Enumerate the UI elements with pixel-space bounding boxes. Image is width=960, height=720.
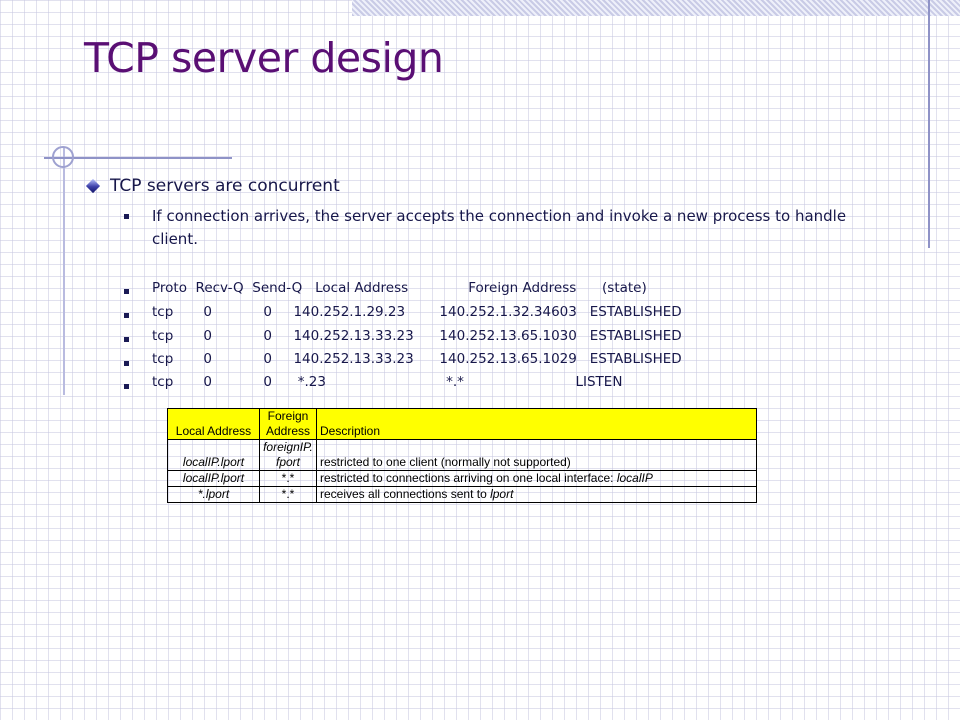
cell-description: restricted to connections arriving on on… [316, 470, 757, 487]
cell-local: localIP.lport [167, 470, 260, 487]
header-foreign-line2: Address [265, 424, 311, 438]
netstat-line: tcp 0 0 *.23 *.* LISTEN [152, 374, 623, 390]
socket-address-table: Local Address Foreign Address Descriptio… [167, 408, 757, 503]
cell-description-italic: localIP [616, 471, 653, 485]
square-bullet-icon [124, 384, 129, 389]
header-foreign-address: Foreign Address [259, 408, 317, 440]
sub-bullet-text: If connection arrives, the server accept… [152, 207, 847, 248]
cell-description: receives all connections sent to lport [316, 486, 757, 503]
table-row: localIP.lport foreignIP. fport restricte… [167, 439, 757, 471]
header-foreign-line1: Foreign [267, 409, 309, 423]
main-bullet-text: TCP servers are concurrent [110, 176, 340, 196]
netstat-line: tcp 0 0 140.252.1.29.23 140.252.1.32.346… [152, 304, 682, 320]
cell-local: *.lport [167, 486, 260, 503]
header-local-address: Local Address [167, 408, 260, 440]
top-decoration-band [352, 0, 960, 16]
cell-foreign: *.* [259, 486, 317, 503]
square-bullet-icon [124, 361, 129, 366]
cell-description: restricted to one client (normally not s… [316, 439, 757, 471]
table-row: localIP.lport *.* restricted to connecti… [167, 470, 757, 487]
cell-description-italic: lport [490, 487, 514, 501]
cell-foreign-line1: foreignIP. [263, 440, 313, 454]
netstat-header-line: Proto Recv-Q Send-Q Local Address Foreig… [152, 280, 647, 296]
header-description: Description [316, 408, 757, 440]
cell-description-text: receives all connections sent to [320, 487, 491, 501]
slide-title: TCP server design [84, 34, 444, 82]
cell-foreign: *.* [259, 470, 317, 487]
cell-foreign-line2: fport [275, 455, 300, 469]
corner-circle-ornament [52, 146, 74, 168]
cell-description-text: restricted to connections arriving on on… [320, 471, 617, 485]
netstat-line: tcp 0 0 140.252.13.33.23 140.252.13.65.1… [152, 351, 682, 367]
cell-local: localIP.lport [167, 439, 260, 471]
table-row: *.lport *.* receives all connections sen… [167, 486, 757, 503]
square-bullet-icon [124, 214, 129, 219]
cell-foreign: foreignIP. fport [259, 439, 317, 471]
square-bullet-icon [124, 337, 129, 342]
table-header-row: Local Address Foreign Address Descriptio… [167, 408, 757, 440]
left-accent-line [63, 147, 65, 395]
square-bullet-icon [124, 289, 129, 294]
right-accent-line [928, 0, 930, 248]
netstat-line: tcp 0 0 140.252.13.33.23 140.252.13.65.1… [152, 328, 682, 344]
square-bullet-icon [124, 313, 129, 318]
